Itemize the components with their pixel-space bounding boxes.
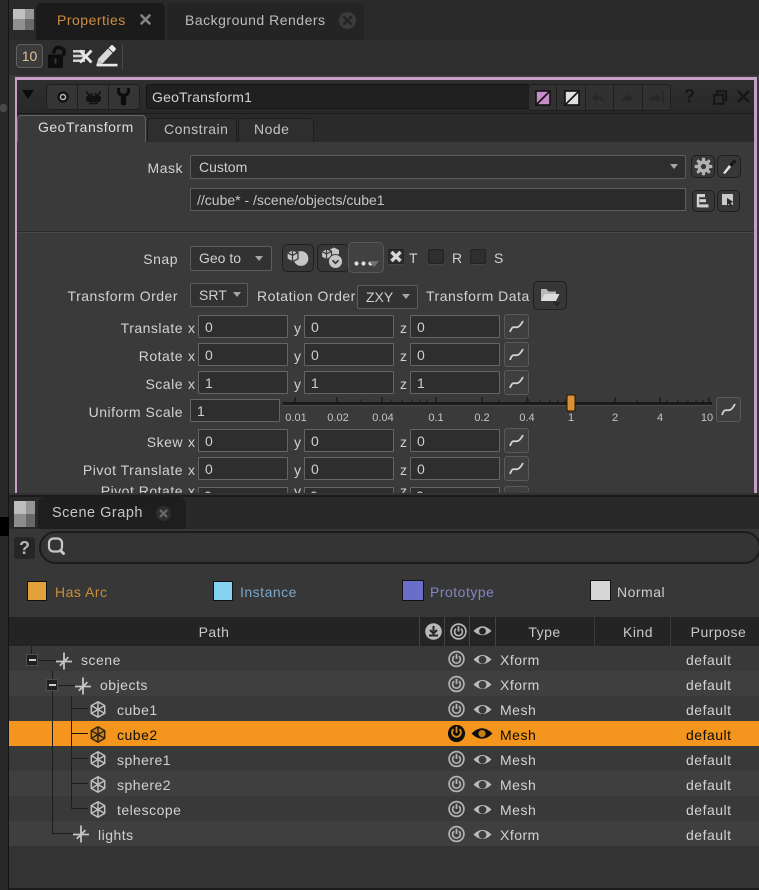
svg-text:0.1: 0.1 [428,412,443,423]
svg-text:0.4: 0.4 [519,412,534,423]
svg-text:4: 4 [657,412,663,423]
svg-text:1: 1 [568,412,574,423]
svg-text:0.01: 0.01 [285,412,306,423]
svg-text:0.04: 0.04 [372,412,393,423]
svg-text:10: 10 [701,412,713,423]
svg-text:0.02: 0.02 [327,412,348,423]
svg-text:0.2: 0.2 [474,412,489,423]
svg-text:2: 2 [612,412,618,423]
